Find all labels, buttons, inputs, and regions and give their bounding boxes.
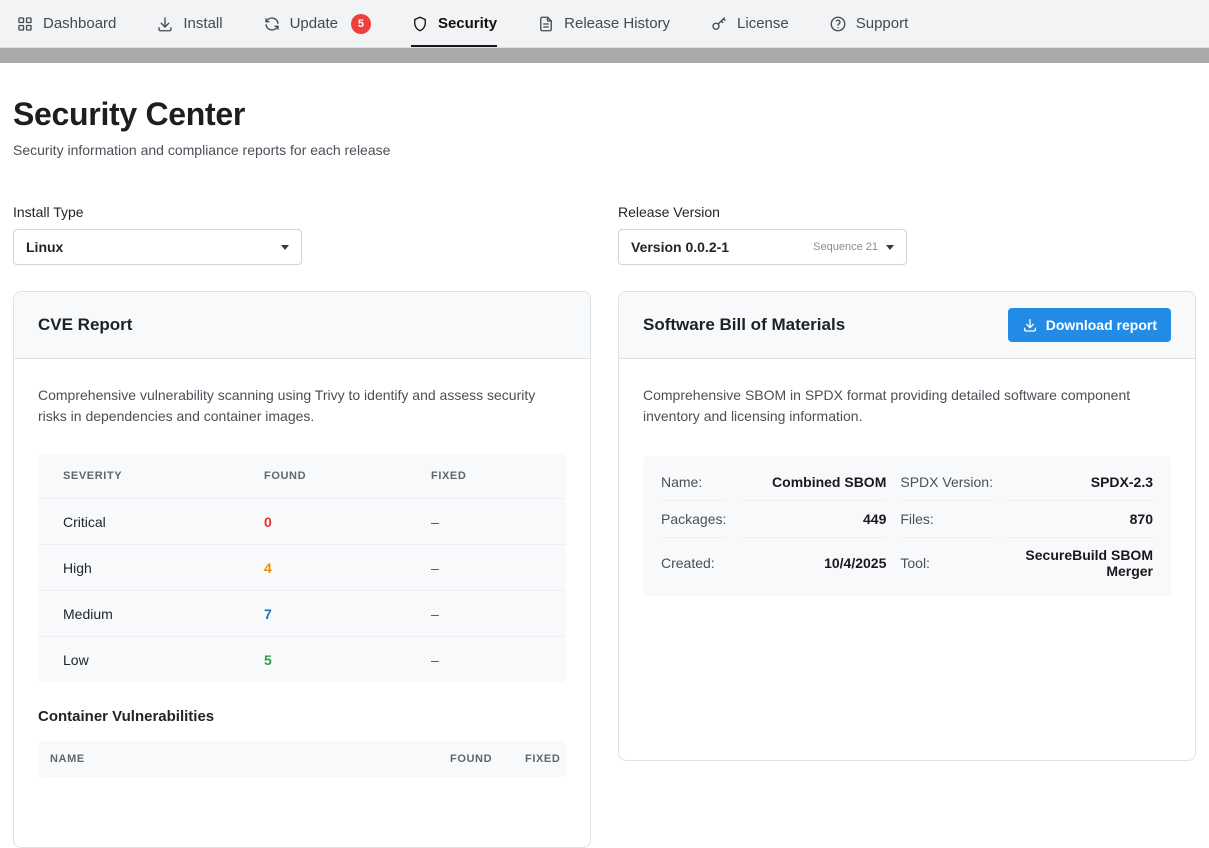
nav-label-release-history: Release History: [564, 15, 670, 32]
table-row-critical: Critical 0 –: [38, 498, 566, 544]
update-count-badge: 5: [351, 14, 371, 34]
nav-label-update: Update: [290, 15, 338, 32]
sbom-details-grid: Name: Combined SBOM SPDX Version: SPDX-2…: [643, 456, 1171, 596]
page-subtitle: Security information and compliance repo…: [13, 142, 1196, 158]
release-history-icon: [537, 15, 555, 33]
sbom-title: Software Bill of Materials: [643, 315, 845, 335]
nav-item-support[interactable]: Support: [829, 0, 909, 47]
download-report-button[interactable]: Download report: [1008, 308, 1171, 342]
install-type-filter: Install Type Linux: [13, 204, 591, 265]
table-row-high: High 4 –: [38, 544, 566, 590]
detail-label-name: Name:: [661, 464, 726, 501]
download-report-label: Download report: [1046, 317, 1157, 333]
nav-item-license[interactable]: License: [710, 0, 789, 47]
release-version-value: Version 0.0.2-1: [631, 239, 729, 255]
chevron-down-icon: [281, 245, 289, 250]
col-fixed: FIXED: [431, 470, 541, 482]
download-icon: [1022, 317, 1038, 333]
cve-report-header: CVE Report: [14, 292, 590, 359]
container-table-header: NAME FOUND FIXED: [38, 741, 566, 777]
cve-report-body: Comprehensive vulnerability scanning usi…: [14, 359, 590, 847]
col-fixed: FIXED: [525, 753, 560, 765]
severity-name: Low: [63, 652, 264, 668]
install-type-select[interactable]: Linux: [13, 229, 302, 265]
sequence-badge: Sequence 21: [813, 241, 878, 253]
found-count: 5: [264, 652, 431, 668]
detail-label-created: Created:: [661, 538, 726, 588]
cve-report-title: CVE Report: [38, 315, 132, 335]
release-version-filter: Release Version Version 0.0.2-1 Sequence…: [618, 204, 1196, 265]
col-found: FOUND: [450, 753, 525, 765]
table-row-low: Low 5 –: [38, 636, 566, 682]
severity-name: High: [63, 560, 264, 576]
update-icon: [263, 15, 281, 33]
scroll-divider-strip: [0, 48, 1209, 63]
nav-label-dashboard: Dashboard: [43, 15, 116, 32]
severity-table-header: SEVERITY FOUND FIXED: [38, 454, 566, 498]
found-count: 0: [264, 514, 431, 530]
nav-label-security: Security: [438, 15, 497, 32]
detail-value-spdx-version: SPDX-2.3: [1007, 464, 1153, 501]
report-cards: CVE Report Comprehensive vulnerability s…: [13, 291, 1196, 848]
page-title: Security Center: [13, 96, 1196, 133]
security-shield-icon: [411, 15, 429, 33]
nav-label-license: License: [737, 15, 789, 32]
dashboard-icon: [16, 15, 34, 33]
severity-table: SEVERITY FOUND FIXED Critical 0 – High 4…: [38, 454, 566, 682]
severity-name: Medium: [63, 606, 264, 622]
install-icon: [156, 15, 174, 33]
install-type-label: Install Type: [13, 204, 591, 220]
table-row-medium: Medium 7 –: [38, 590, 566, 636]
release-version-select[interactable]: Version 0.0.2-1 Sequence 21: [618, 229, 907, 265]
detail-label-spdx-version: SPDX Version:: [900, 464, 993, 501]
install-type-value: Linux: [26, 239, 63, 255]
detail-label-files: Files:: [900, 501, 993, 538]
nav-item-dashboard[interactable]: Dashboard: [16, 0, 116, 47]
fixed-count: –: [431, 606, 541, 622]
fixed-count: –: [431, 652, 541, 668]
detail-value-tool: SecureBuild SBOM Merger: [1007, 538, 1153, 588]
detail-value-name: Combined SBOM: [740, 464, 886, 501]
col-severity: SEVERITY: [63, 470, 264, 482]
nav-item-update[interactable]: Update 5: [263, 0, 371, 47]
license-key-icon: [710, 15, 728, 33]
cve-report-description: Comprehensive vulnerability scanning usi…: [38, 385, 566, 427]
found-count: 7: [264, 606, 431, 622]
detail-value-created: 10/4/2025: [740, 538, 886, 588]
nav-label-install: Install: [183, 15, 222, 32]
sbom-card: Software Bill of Materials Download repo…: [618, 291, 1196, 761]
container-vulnerabilities-title: Container Vulnerabilities: [38, 708, 566, 725]
detail-value-files: 870: [1007, 501, 1153, 538]
top-navigation: Dashboard Install Update 5 Security Rele…: [0, 0, 1209, 48]
sbom-body: Comprehensive SBOM in SPDX format provid…: [619, 359, 1195, 620]
fixed-count: –: [431, 560, 541, 576]
cve-report-card: CVE Report Comprehensive vulnerability s…: [13, 291, 591, 848]
col-name: NAME: [50, 753, 450, 765]
found-count: 4: [264, 560, 431, 576]
nav-label-support: Support: [856, 15, 909, 32]
support-help-icon: [829, 15, 847, 33]
nav-item-install[interactable]: Install: [156, 0, 222, 47]
chevron-down-icon: [886, 245, 894, 250]
filters-row: Install Type Linux Release Version Versi…: [13, 204, 1196, 265]
nav-item-release-history[interactable]: Release History: [537, 0, 670, 47]
col-found: FOUND: [264, 470, 431, 482]
detail-value-packages: 449: [740, 501, 886, 538]
detail-label-tool: Tool:: [900, 538, 993, 588]
sbom-description: Comprehensive SBOM in SPDX format provid…: [643, 385, 1171, 427]
release-version-label: Release Version: [618, 204, 1196, 220]
main-content: Security Center Security information and…: [0, 96, 1209, 848]
severity-name: Critical: [63, 514, 264, 530]
sbom-header: Software Bill of Materials Download repo…: [619, 292, 1195, 359]
fixed-count: –: [431, 514, 541, 530]
detail-label-packages: Packages:: [661, 501, 726, 538]
nav-item-security[interactable]: Security: [411, 0, 497, 47]
